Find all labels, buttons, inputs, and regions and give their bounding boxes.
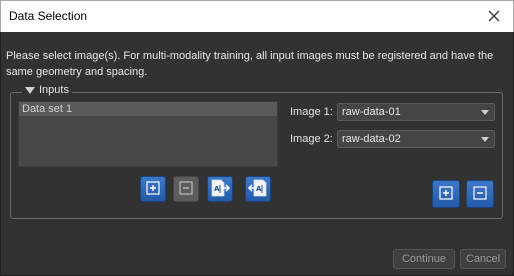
minus-icon: [178, 180, 194, 199]
svg-text:A: A: [256, 185, 262, 193]
chevron-down-icon: [481, 110, 489, 115]
collapse-triangle-icon[interactable]: [25, 86, 35, 94]
export-file-icon: A: [247, 178, 269, 201]
list-item[interactable]: Data set 1: [19, 102, 277, 116]
image-1-value: raw-data-01: [342, 106, 401, 118]
inputs-group-title: Inputs: [39, 84, 69, 96]
close-icon[interactable]: [485, 7, 503, 25]
window-title: Data Selection: [9, 9, 88, 23]
image-1-label: Image 1:: [290, 106, 333, 118]
image-2-label: Image 2:: [290, 133, 333, 145]
import-file-icon: A: [209, 178, 231, 201]
cancel-button[interactable]: Cancel: [460, 249, 506, 269]
plus-icon: [438, 185, 454, 204]
minus-icon: [472, 185, 488, 204]
instructions-text: Please select image(s). For multi-modali…: [6, 50, 494, 78]
inputs-group-header[interactable]: Inputs: [22, 84, 72, 96]
add-image-button[interactable]: [432, 180, 460, 208]
plus-icon: [145, 180, 161, 199]
remove-dataset-button[interactable]: [173, 176, 199, 202]
image-2-select[interactable]: raw-data-02: [337, 130, 495, 148]
remove-image-button[interactable]: [466, 180, 494, 208]
svg-text:A: A: [214, 185, 220, 193]
add-dataset-button[interactable]: [140, 176, 166, 202]
title-bar: Data Selection: [0, 0, 514, 32]
import-dataset-button[interactable]: A: [207, 176, 233, 202]
image-1-select[interactable]: raw-data-01: [337, 103, 495, 121]
continue-button[interactable]: Continue: [393, 249, 455, 269]
dataset-list[interactable]: Data set 1: [18, 101, 278, 167]
image-2-value: raw-data-02: [342, 133, 401, 145]
chevron-down-icon: [481, 137, 489, 142]
export-dataset-button[interactable]: A: [245, 176, 271, 202]
